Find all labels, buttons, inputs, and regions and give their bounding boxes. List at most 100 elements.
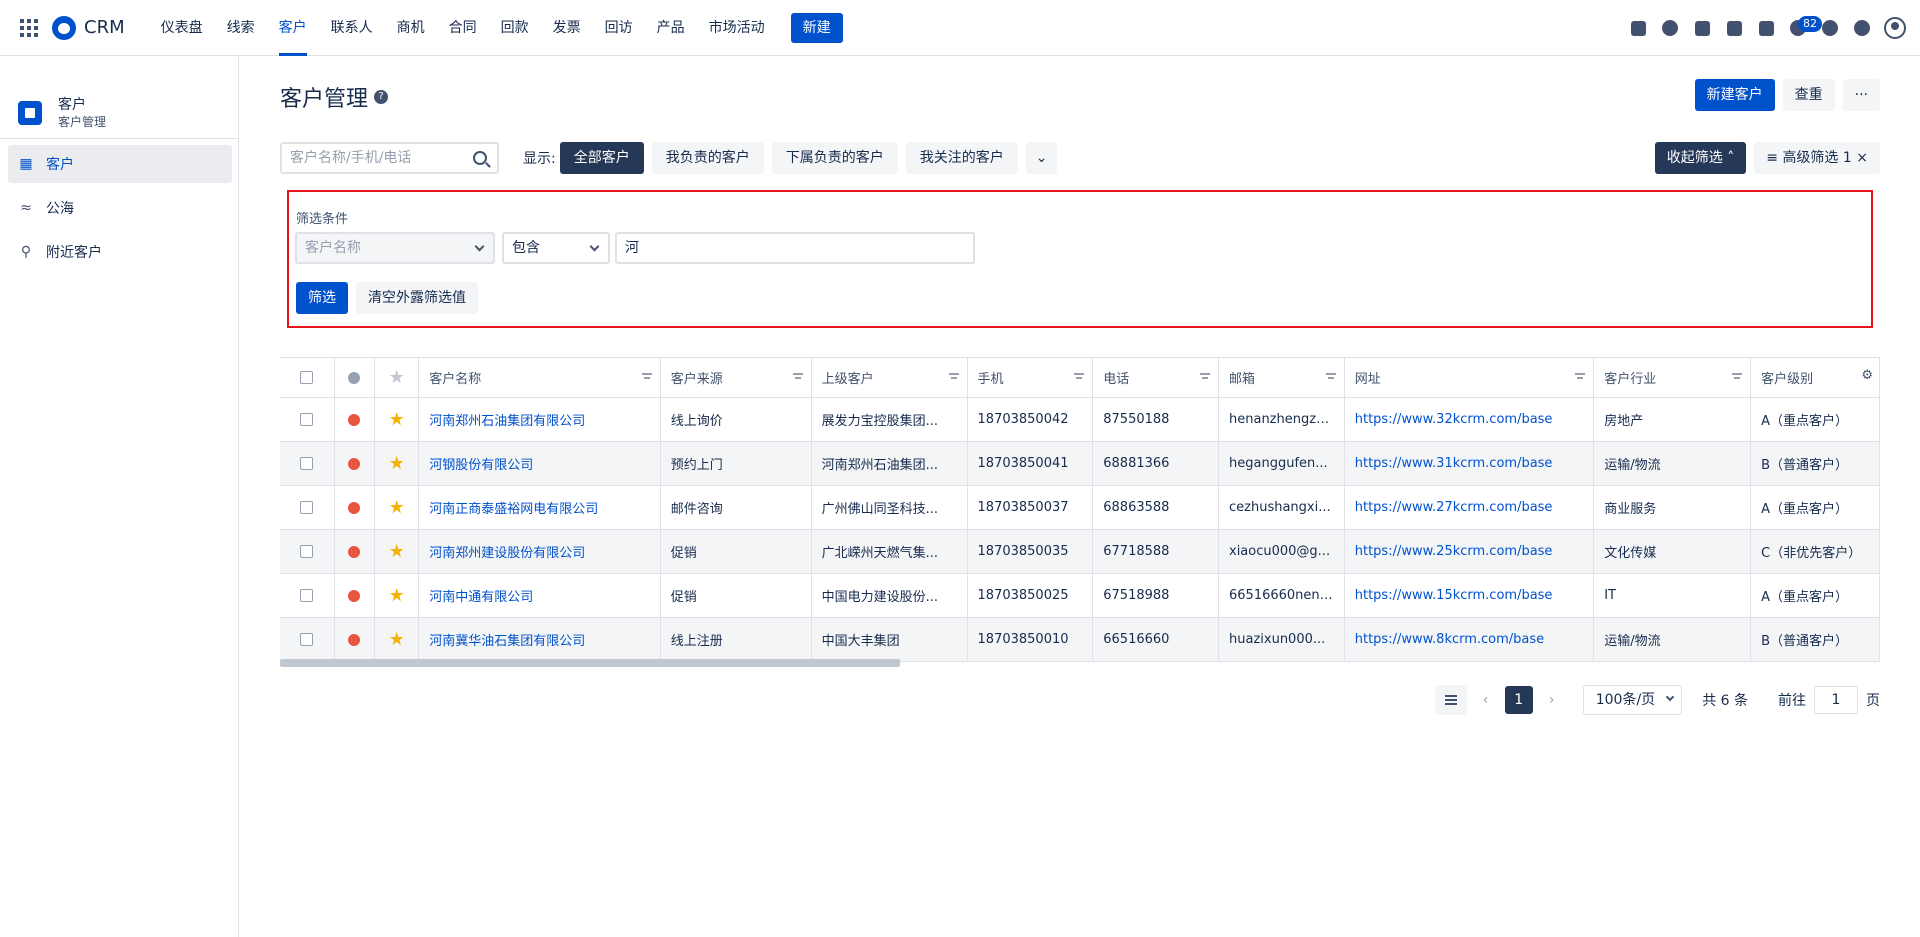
column-filter-icon[interactable] (1325, 373, 1336, 381)
row-checkbox-cell[interactable] (280, 441, 335, 486)
nav-item[interactable]: 联系人 (319, 0, 385, 56)
star-cell[interactable]: ★ (374, 617, 420, 662)
row-checkbox-cell[interactable] (280, 617, 335, 662)
clear-filter-values-button[interactable]: 清空外露筛选值 (356, 282, 478, 314)
customer-name-link[interactable]: 河南中通有限公司 (418, 573, 661, 618)
nav-item[interactable]: 仪表盘 (149, 0, 215, 56)
user-avatar[interactable] (1884, 17, 1906, 39)
new-customer-button[interactable]: 新建客户 (1694, 79, 1775, 111)
table-row[interactable]: ★ 河南郑州石油集团有限公司 线上询价 展发力宝控股集团... 18703850042 8… (280, 397, 1880, 442)
star-cell[interactable]: ★ (374, 485, 420, 530)
customer-name-link[interactable]: 河南郑州建设股份有限公司 (418, 529, 661, 574)
column-filter-icon[interactable] (1575, 373, 1586, 381)
filter-field-select[interactable]: 客户名称 (295, 232, 495, 264)
column-header[interactable]: 邮箱 (1218, 357, 1345, 398)
column-header[interactable]: 上级客户 (811, 357, 968, 398)
column-filter-icon[interactable] (948, 373, 959, 381)
clear-filter-icon[interactable]: × (1856, 150, 1868, 166)
goto-page-input[interactable]: 1 (1814, 686, 1858, 714)
nav-item[interactable]: 市场活动 (697, 0, 777, 56)
filter-operator-select[interactable]: 包含 (502, 232, 610, 264)
table-row[interactable]: ★ 河钢股份有限公司 预约上门 河南郑州石油集团... 18703850041 68881… (280, 441, 1880, 486)
app-switcher-icon[interactable] (20, 18, 38, 37)
row-checkbox-icon[interactable] (300, 413, 314, 426)
document-icon[interactable] (1686, 12, 1718, 44)
website-link[interactable]: https://www.8kcrm.com/base (1344, 617, 1595, 662)
column-header[interactable]: 电话 (1092, 357, 1219, 398)
row-checkbox-icon[interactable] (300, 501, 314, 514)
column-filter-icon[interactable] (1074, 373, 1085, 381)
dedupe-button[interactable]: 查重 (1782, 79, 1835, 111)
row-checkbox-cell[interactable] (280, 529, 335, 574)
column-filter-icon[interactable] (641, 373, 652, 381)
next-page-icon[interactable]: › (1537, 692, 1567, 708)
star-cell[interactable]: ★ (374, 397, 420, 442)
column-settings-icon[interactable]: ⚙ (1861, 368, 1873, 383)
collapse-filter-button[interactable]: 收起筛选 ˄ (1654, 142, 1747, 174)
nav-item[interactable]: 合同 (437, 0, 489, 56)
sidebar-item-nearby-customers[interactable]: ⚲ 附近客户 (8, 233, 232, 271)
website-link[interactable]: https://www.32kcrm.com/base (1344, 397, 1595, 442)
tab-followed-customers[interactable]: 我关注的客户 (905, 142, 1018, 174)
search-input[interactable]: 客户名称/手机/电话 (280, 142, 499, 174)
star-icon[interactable]: ★ (385, 453, 408, 474)
sidebar-item-customers[interactable]: ▦ 客户 (8, 145, 232, 183)
star-cell[interactable]: ★ (374, 529, 420, 574)
column-filter-icon[interactable] (1732, 373, 1743, 381)
column-header[interactable]: 客户来源 (660, 357, 812, 398)
column-header[interactable]: 网址 (1344, 357, 1595, 398)
more-actions-button[interactable]: ··· (1842, 79, 1880, 111)
filter-value-input[interactable]: 河 (615, 232, 975, 264)
list-view-icon[interactable] (1434, 685, 1467, 715)
gear-icon[interactable] (1846, 12, 1878, 44)
row-checkbox-cell[interactable] (280, 573, 335, 618)
customer-name-link[interactable]: 河钢股份有限公司 (418, 441, 661, 486)
current-page-button[interactable]: 1 (1504, 686, 1533, 714)
help-question-icon[interactable]: ? (374, 90, 389, 104)
nav-item[interactable]: 回访 (593, 0, 645, 56)
sidebar-item-public-pool[interactable]: ≈ 公海 (8, 189, 232, 227)
horizontal-scrollbar[interactable] (280, 659, 1880, 667)
notification-bell-icon[interactable]: 82 (1782, 12, 1822, 44)
task-check-icon[interactable] (1622, 12, 1654, 44)
column-filter-icon[interactable] (1200, 373, 1210, 381)
user-stamp-icon[interactable] (1654, 12, 1686, 44)
search-icon[interactable] (473, 151, 487, 165)
star-icon[interactable]: ★ (385, 585, 408, 606)
row-checkbox-cell[interactable] (280, 397, 335, 442)
nav-item[interactable]: 客户 (267, 0, 319, 56)
apply-filter-button[interactable]: 筛选 (296, 282, 348, 314)
customer-name-link[interactable]: 河南郑州石油集团有限公司 (418, 397, 661, 442)
column-header[interactable]: 客户行业 (1593, 357, 1752, 398)
advanced-filter-button[interactable]: ≡ 高级筛选 1 × (1754, 142, 1880, 174)
star-icon[interactable]: ★ (385, 409, 408, 430)
table-row[interactable]: ★ 河南郑州建设股份有限公司 促销 广北嵘州天燃气集... 18703850035 677… (280, 529, 1880, 574)
select-all-checkbox-cell[interactable] (280, 357, 335, 398)
nav-item[interactable]: 线索 (215, 0, 267, 56)
scrollbar-thumb[interactable] (280, 659, 900, 667)
phone-icon[interactable] (1718, 12, 1750, 44)
star-cell[interactable]: ★ (374, 441, 420, 486)
star-icon[interactable]: ★ (385, 629, 408, 650)
column-header[interactable]: 客户级别 ⚙ (1750, 357, 1880, 398)
nav-item[interactable]: 产品 (645, 0, 697, 56)
row-checkbox-icon[interactable] (300, 545, 314, 558)
star-cell[interactable]: ★ (374, 573, 420, 618)
nav-item[interactable]: 回款 (489, 0, 541, 56)
app-logo[interactable]: CRM (52, 15, 125, 40)
row-checkbox-icon[interactable] (300, 457, 314, 470)
star-icon[interactable]: ★ (385, 497, 408, 518)
page-size-select[interactable]: 100条/页 (1582, 685, 1683, 715)
website-link[interactable]: https://www.25kcrm.com/base (1344, 529, 1595, 574)
prev-page-icon[interactable]: ‹ (1471, 692, 1501, 708)
calendar-icon[interactable] (1750, 12, 1782, 44)
checkbox-icon[interactable] (300, 371, 314, 384)
customer-name-link[interactable]: 河南正商泰盛裕网电有限公司 (418, 485, 661, 530)
column-header[interactable]: 手机 (967, 357, 1094, 398)
website-link[interactable]: https://www.15kcrm.com/base (1344, 573, 1595, 618)
customer-name-link[interactable]: 河南冀华油石集团有限公司 (418, 617, 661, 662)
row-checkbox-icon[interactable] (300, 589, 314, 602)
row-checkbox-cell[interactable] (280, 485, 335, 530)
column-filter-icon[interactable] (792, 373, 803, 381)
website-link[interactable]: https://www.27kcrm.com/base (1344, 485, 1595, 530)
